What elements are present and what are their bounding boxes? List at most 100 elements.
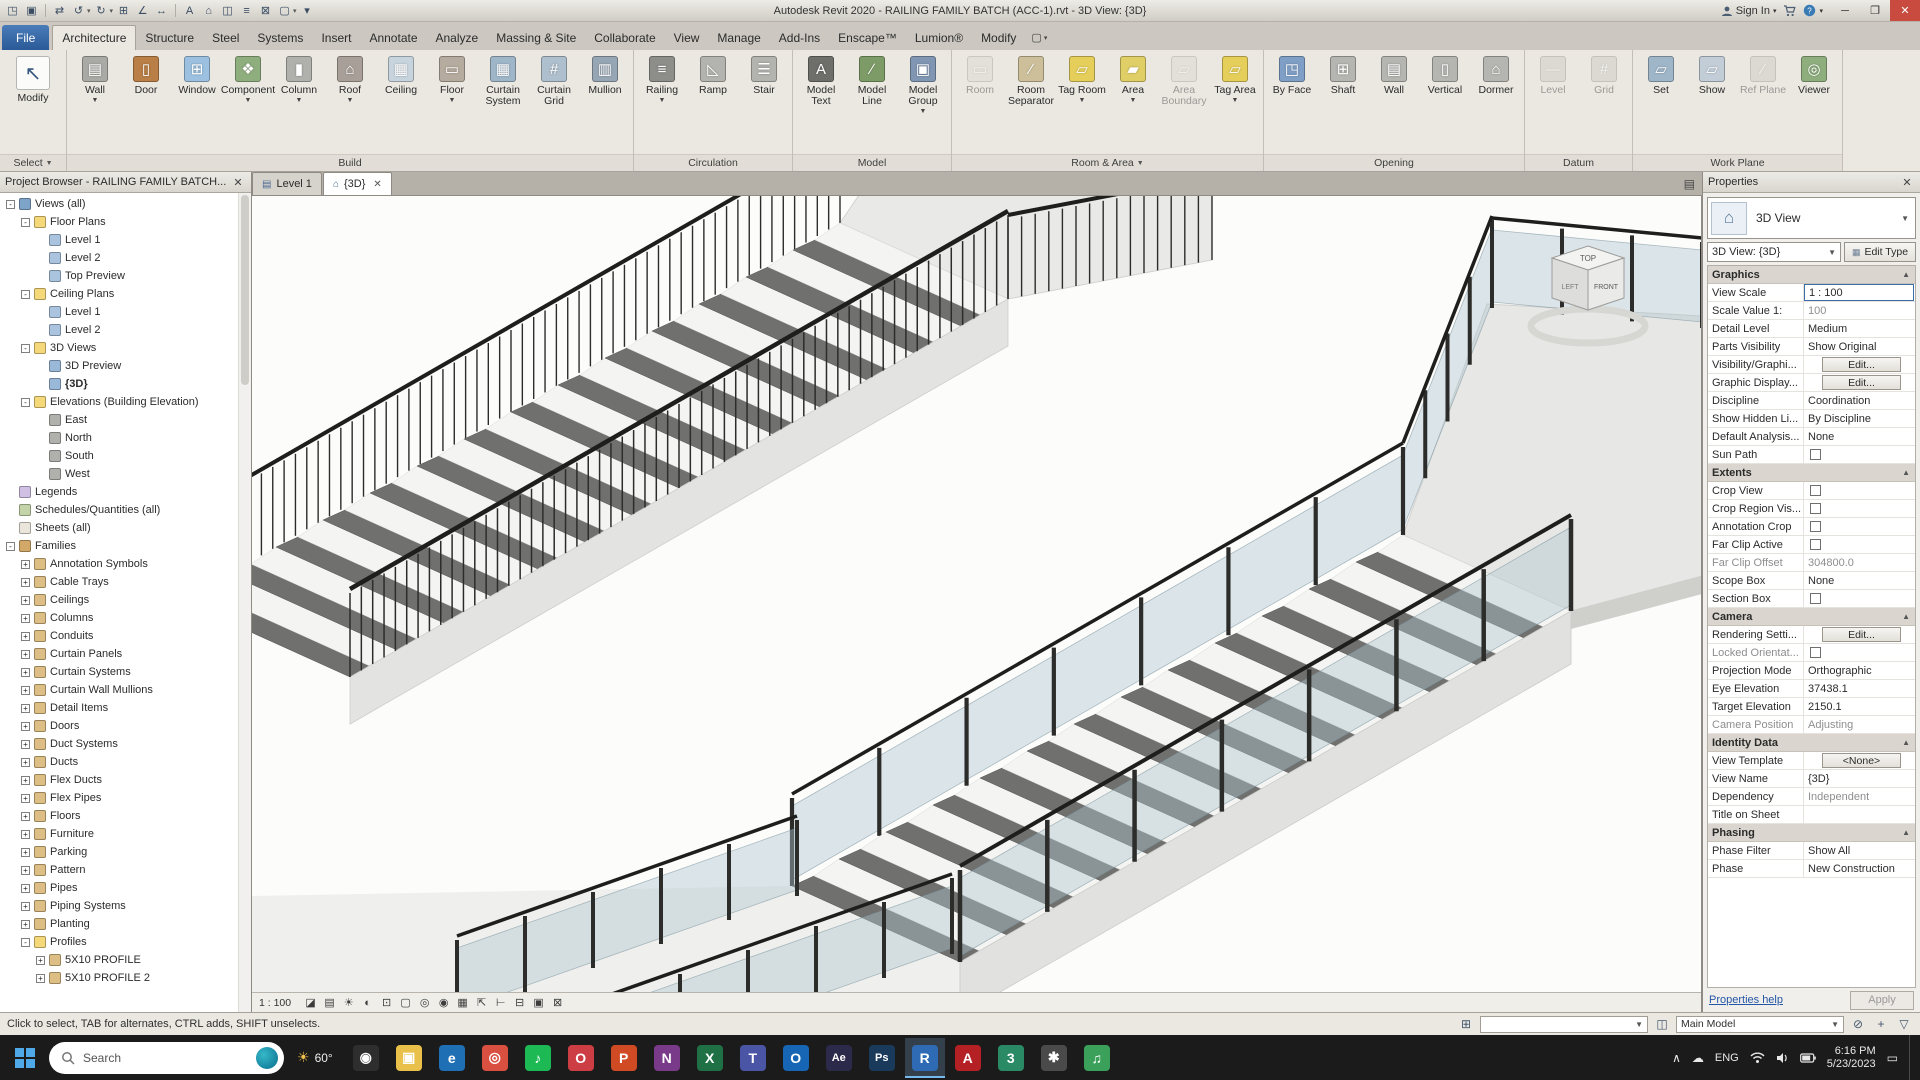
edit-type-button[interactable]: ▦ Edit Type [1844,242,1916,262]
tree-item[interactable]: + Planting [2,915,237,933]
taskbar-search[interactable]: Search [49,1041,284,1074]
view-tab-3d[interactable]: ⌂ {3D} ✕ [322,172,392,195]
panel-label-model[interactable]: Model [793,154,951,171]
scrollbar-thumb[interactable] [241,195,249,385]
tree-item[interactable]: - Families [2,537,237,555]
property-value[interactable] [1804,500,1915,517]
tree-item[interactable]: Level 2 [2,249,237,267]
taskbar-app-settings[interactable]: ✱ [1034,1038,1074,1078]
show-work-plane-tool[interactable]: ▱ Show [1687,54,1737,96]
open-file-icon[interactable]: ◳ [4,3,21,19]
ribbon-tab-collaborate[interactable]: Collaborate [585,25,664,50]
property-edit-button[interactable]: Edit... [1821,357,1902,372]
property-edit-button[interactable]: Edit... [1821,627,1902,642]
tree-expand-box[interactable]: + [21,829,30,839]
property-value[interactable]: 304800.0 [1804,554,1915,571]
taskbar-app-outlook[interactable]: O [776,1038,816,1078]
drawing-area-3d-view[interactable]: TOP LEFT FRONT 1 : 100 ◪ ▤ ☀ ◐ ⊡ ▢ ◎ ◉ ▦ ⇱ ⊢ ⊟ ▣ ⊠ [252,196,1702,1012]
window-tool[interactable]: ⊞ Window [172,54,222,96]
tree-item[interactable]: + Pattern [2,861,237,879]
railing-tool[interactable]: ≡ Railing ▼ [637,54,687,104]
type-selector[interactable]: ⌂ 3D View ▼ [1707,197,1916,239]
modify-tool[interactable]: ↖ Modify [3,54,63,104]
property-value[interactable]: Independent [1804,788,1915,805]
press-drag-icon[interactable]: + [1872,1016,1890,1033]
tree-item[interactable]: East [2,411,237,429]
checkbox-unchecked[interactable] [1810,539,1821,550]
dormer-opening-tool[interactable]: ⌂ Dormer [1471,54,1521,96]
tree-item[interactable]: + Floors [2,807,237,825]
property-group-identity-data[interactable]: Identity Data ▲ [1708,734,1915,752]
property-edit-button[interactable]: <None> [1821,753,1902,768]
taskbar-app-teams[interactable]: T [733,1038,773,1078]
view-tab-level1[interactable]: ▤ Level 1 [252,172,322,195]
ribbon-tab-massing-site[interactable]: Massing & Site [487,25,585,50]
tree-item[interactable]: - Profiles [2,933,237,951]
wall-tool[interactable]: ▤ Wall ▼ [70,54,120,104]
floor-tool[interactable]: ▭ Floor ▼ [427,54,477,104]
view-cube-ring[interactable] [1527,305,1649,347]
aligned-dimension-icon[interactable]: ↔ [153,3,170,19]
tree-expand-box[interactable]: + [21,775,30,785]
tag-room-tool[interactable]: ▱ Tag Room ▼ [1057,54,1107,104]
panel-label-room-area[interactable]: Room & Area ▼ [952,154,1263,171]
tree-item[interactable]: {3D} [2,375,237,393]
default-3d-view-icon[interactable]: ⌂ [200,3,217,19]
property-group-camera[interactable]: Camera ▲ [1708,608,1915,626]
property-value[interactable]: None [1804,428,1915,445]
ribbon-tab-view[interactable]: View [665,25,709,50]
tree-expand-box[interactable]: + [21,847,30,857]
tree-item[interactable]: North [2,429,237,447]
property-value[interactable] [1804,806,1915,823]
text-icon[interactable]: A [181,3,198,19]
tree-expand-box[interactable]: + [21,865,30,875]
ribbon-tab-analyze[interactable]: Analyze [427,25,488,50]
ribbon-tab-architecture[interactable]: Architecture [52,25,137,50]
volume-icon[interactable] [1776,1052,1789,1064]
tree-expand-box[interactable]: + [21,649,30,659]
property-value[interactable]: Edit... [1804,626,1915,643]
tree-expand-box[interactable]: + [21,919,30,929]
save-icon[interactable]: ▣ [23,3,40,19]
ribbon-tab-annotate[interactable]: Annotate [360,25,426,50]
thin-lines-icon[interactable]: ≡ [238,3,255,19]
tree-expand-box[interactable]: + [21,721,30,731]
tree-expand-box[interactable]: + [36,955,45,965]
tree-item[interactable]: + Parking [2,843,237,861]
hidden-icons-chevron[interactable]: ∧ [1672,1051,1681,1065]
view-scale-control[interactable]: 1 : 100 [257,997,299,1009]
language-indicator[interactable]: ENG [1715,1052,1739,1064]
model-text-tool[interactable]: A Model Text [796,54,846,107]
visual-style-icon[interactable]: ◪ [302,995,319,1011]
view-tab-list-icon[interactable]: ▤ [1677,177,1702,191]
taskbar-app-after-effects[interactable]: Ae [819,1038,859,1078]
stair-tool[interactable]: ☰ Stair [739,54,789,96]
property-value[interactable]: Edit... [1804,374,1915,391]
panel-label-build[interactable]: Build [67,154,633,171]
area-tool[interactable]: ▰ Area ▼ [1108,54,1158,104]
property-value[interactable] [1804,590,1915,607]
restore-button[interactable]: ❐ [1860,0,1890,21]
model-group-tool[interactable]: ▣ Model Group ▼ [898,54,948,115]
tree-item[interactable]: - Ceiling Plans [2,285,237,303]
wifi-icon[interactable] [1750,1052,1765,1064]
measure-icon[interactable]: ∠ [134,3,151,19]
checkbox-unchecked[interactable] [1810,485,1821,496]
sync-with-central-icon[interactable]: ⇄ [51,3,68,19]
element-filter-combo[interactable]: 3D View: {3D} ▼ [1707,242,1841,262]
property-value[interactable]: 37438.1 [1804,680,1915,697]
tree-expand-box[interactable]: + [21,811,30,821]
property-value[interactable]: None [1804,572,1915,589]
tree-expand-box[interactable]: + [21,577,30,587]
tree-item[interactable]: + Annotation Symbols [2,555,237,573]
tree-expand-box[interactable]: + [21,613,30,623]
tree-item[interactable]: +5X10 PROFILE 2 [2,969,237,987]
tree-expand-box[interactable]: + [21,685,30,695]
tree-expand-box[interactable]: + [36,973,45,983]
ribbon-tab-modify[interactable]: Modify [972,25,1025,50]
property-value[interactable] [1804,518,1915,535]
tree-item[interactable]: 3D Preview [2,357,237,375]
filter-icon[interactable]: ▽ [1895,1016,1913,1033]
temporary-hide-isolate-icon[interactable]: ◎ [416,995,433,1011]
tree-scrollbar[interactable] [238,193,251,1012]
